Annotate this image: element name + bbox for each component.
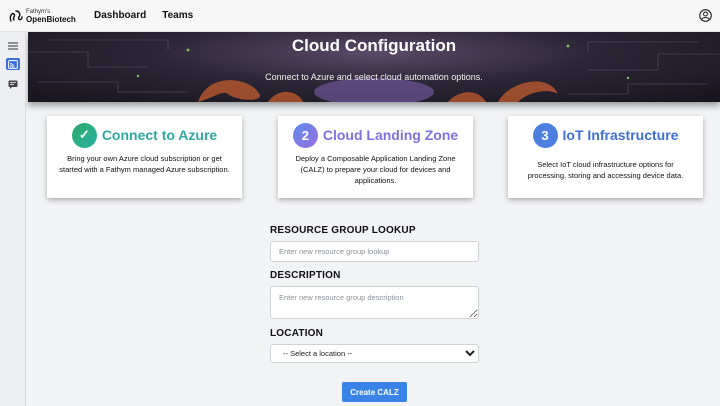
openbiotech-logo-icon — [9, 9, 23, 22]
description-textarea[interactable] — [270, 286, 479, 319]
brand-line2: OpenBiotech — [26, 14, 76, 24]
brand-logo[interactable]: Fathym's OpenBiotech — [8, 8, 86, 24]
step-description: Bring your own Azure cloud subscription … — [59, 154, 230, 174]
nav-dashboard-link[interactable]: Dashboard — [94, 10, 146, 21]
check-icon: ✓ — [71, 122, 97, 148]
step-title: IoT Infrastructure — [562, 127, 679, 143]
page-title: Cloud Configuration — [291, 36, 457, 55]
location-label: LOCATION — [270, 328, 324, 339]
resource-group-label: RESOURCE GROUP LOOKUP — [270, 225, 416, 236]
step-card-landing-zone[interactable]: 2 Cloud Landing Zone Deploy a Composable… — [278, 116, 473, 198]
top-nav: Fathym's OpenBiotech Dashboard Teams — [0, 0, 720, 32]
step-description: Select IoT cloud infrastructure options … — [527, 160, 684, 180]
step-description: Deploy a Composable Application Landing … — [295, 154, 456, 185]
step-card-connect-azure[interactable]: ✓ Connect to Azure Bring your own Azure … — [47, 116, 242, 198]
step-title: Cloud Landing Zone — [322, 127, 459, 143]
description-label: DESCRIPTION — [270, 270, 341, 281]
nav-teams-link[interactable]: Teams — [162, 10, 193, 21]
create-calz-button[interactable]: Create CALZ — [342, 382, 407, 402]
account-circle-icon[interactable] — [699, 9, 712, 22]
step-number-badge: 3 — [532, 122, 558, 148]
step-number-badge: 2 — [292, 122, 318, 148]
step-title: Connect to Azure — [101, 127, 218, 143]
location-select[interactable]: -- Select a location -- — [270, 344, 479, 363]
cast-icon[interactable] — [6, 58, 20, 70]
page-subtitle: Connect to Azure and select cloud automa… — [265, 72, 483, 82]
sidebar — [0, 32, 26, 406]
hero-banner: Cloud Configuration Connect to Azure and… — [28, 32, 720, 102]
resource-group-input[interactable] — [270, 241, 479, 262]
calz-form: RESOURCE GROUP LOOKUP DESCRIPTION LOCATI… — [270, 225, 480, 402]
hamburger-menu-icon[interactable] — [6, 40, 20, 52]
step-card-iot-infrastructure[interactable]: 3 IoT Infrastructure Select IoT cloud in… — [508, 116, 703, 198]
chat-icon[interactable] — [6, 78, 20, 90]
